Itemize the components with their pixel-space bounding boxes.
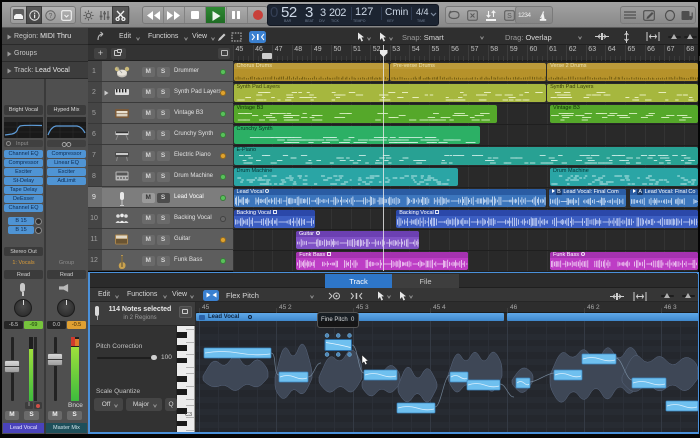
svg-text:?: ? <box>48 13 52 20</box>
svg-text:S: S <box>507 13 512 20</box>
